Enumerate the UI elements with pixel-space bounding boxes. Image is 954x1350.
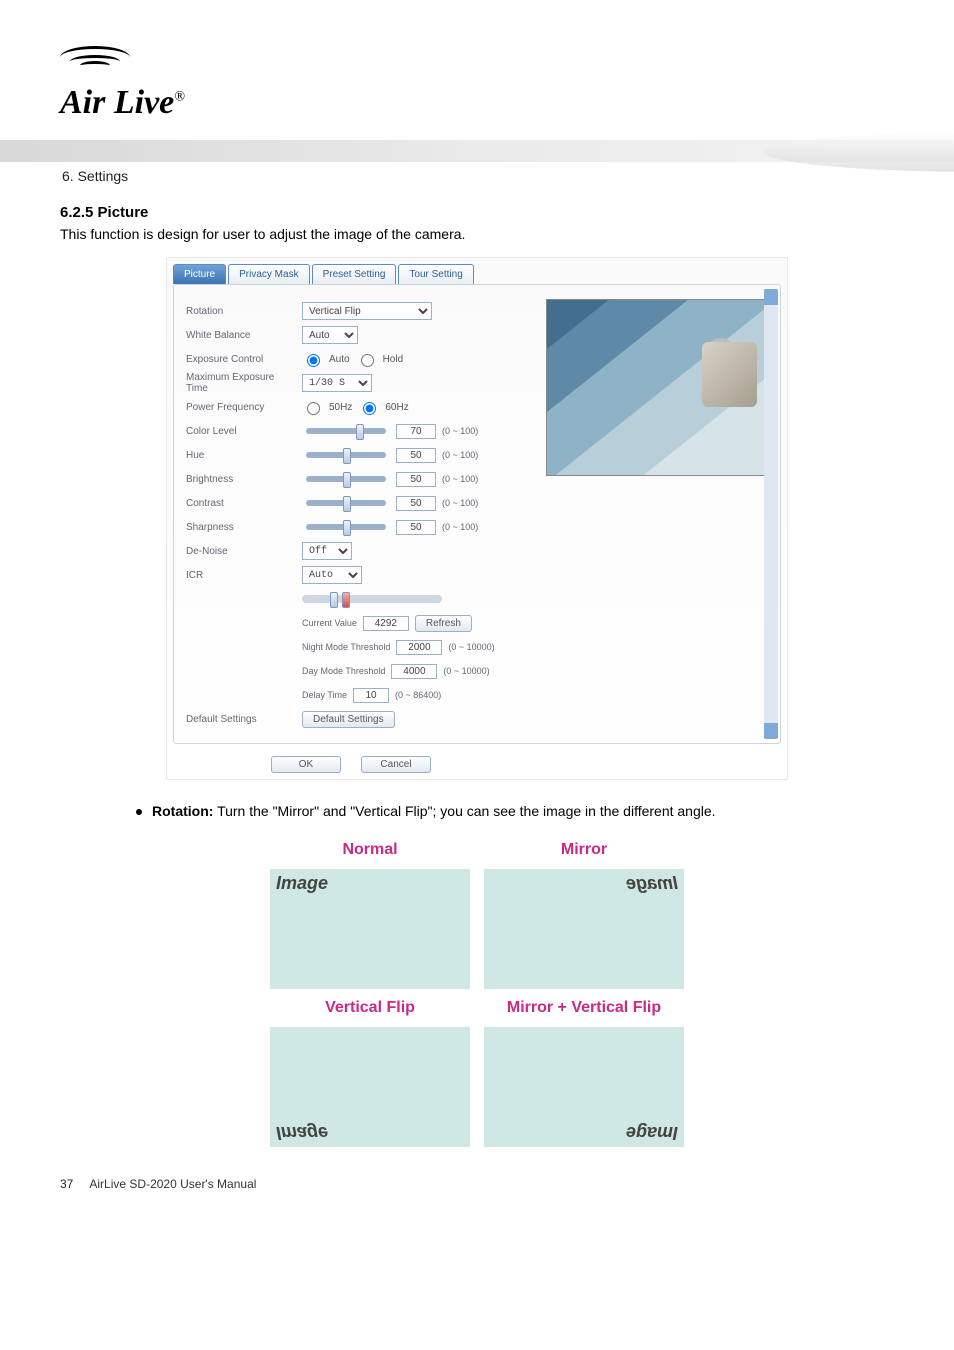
settings-screenshot: Picture Privacy Mask Preset Setting Tour…	[166, 257, 788, 780]
brightness-range: (0 ~ 100)	[442, 474, 478, 484]
camera-preview-image	[546, 299, 768, 476]
sharpness-range: (0 ~ 100)	[442, 522, 478, 532]
ok-button[interactable]: OK	[271, 756, 341, 773]
exposure-auto-text: Auto	[329, 354, 350, 365]
colorlevel-range: (0 ~ 100)	[442, 426, 478, 436]
rot-box-mvflip: Image	[484, 1027, 684, 1147]
max-exposure-label: Maximum Exposure Time	[186, 372, 296, 394]
colorlevel-slider[interactable]	[306, 428, 386, 434]
contrast-range: (0 ~ 100)	[442, 498, 478, 508]
colorlevel-input[interactable]	[396, 424, 436, 439]
colorlevel-label: Color Level	[186, 426, 296, 437]
rot-word-vflip: Image	[276, 1122, 328, 1143]
rotation-text: Turn the "Mirror" and "Vertical Flip"; y…	[213, 803, 715, 819]
scrollbar-down-icon[interactable]	[765, 727, 777, 739]
icr-gauge[interactable]	[302, 595, 442, 603]
refresh-button[interactable]: Refresh	[415, 615, 472, 632]
sharpness-label: Sharpness	[186, 522, 296, 533]
day-mode-label: Day Mode Threshold	[302, 666, 385, 676]
power-freq-label: Power Frequency	[186, 402, 296, 413]
delay-time-input[interactable]	[353, 688, 389, 703]
scrollbar-up-icon[interactable]	[765, 289, 777, 301]
hue-range: (0 ~ 100)	[442, 450, 478, 460]
exposure-hold-text: Hold	[383, 354, 404, 365]
rot-word-normal: Image	[276, 873, 328, 894]
tab-strip: Picture Privacy Mask Preset Setting Tour…	[167, 258, 787, 284]
freq-50hz-radio[interactable]	[307, 402, 320, 415]
hue-label: Hue	[186, 450, 296, 461]
sharpness-slider[interactable]	[306, 524, 386, 530]
tab-picture[interactable]: Picture	[173, 264, 226, 284]
contrast-slider[interactable]	[306, 500, 386, 506]
exposure-control-label: Exposure Control	[186, 354, 296, 365]
page-footer-separator	[77, 1177, 80, 1191]
page-number: 37	[60, 1177, 73, 1191]
page-footer: 37 AirLive SD-2020 User's Manual	[60, 1177, 894, 1191]
header-band	[0, 140, 954, 162]
white-balance-label: White Balance	[186, 330, 296, 341]
rot-title-mvflip: Mirror + Vertical Flip	[484, 999, 684, 1017]
brightness-slider[interactable]	[306, 476, 386, 482]
logo-waves-icon	[60, 46, 130, 69]
icr-gauge-mark2-icon	[342, 592, 350, 608]
tab-tour-setting[interactable]: Tour Setting	[398, 264, 473, 284]
sharpness-input[interactable]	[396, 520, 436, 535]
hue-slider[interactable]	[306, 452, 386, 458]
icr-select[interactable]: Auto	[302, 566, 362, 584]
brightness-input[interactable]	[396, 472, 436, 487]
current-value-label: Current Value	[302, 618, 357, 628]
rot-word-mirror: Image	[626, 873, 678, 894]
icr-label: ICR	[186, 570, 296, 581]
defaults-label: Default Settings	[186, 714, 296, 725]
default-settings-button[interactable]: Default Settings	[302, 711, 395, 728]
rot-title-normal: Normal	[270, 841, 470, 859]
current-value-input[interactable]	[363, 616, 409, 631]
rotation-label: Rotation	[186, 306, 296, 317]
denoise-select[interactable]: Off	[302, 542, 352, 560]
logo-registered: ®	[174, 90, 185, 105]
brightness-label: Brightness	[186, 474, 296, 485]
rotation-diagram: Normal Mirror Image Image Vertical Flip …	[270, 841, 684, 1147]
rot-word-mvflip: Image	[626, 1122, 678, 1143]
page-manual-title: AirLive SD-2020 User's Manual	[89, 1177, 256, 1191]
exposure-auto-radio[interactable]	[307, 354, 320, 367]
rotation-bullet: Rotation: Turn the "Mirror" and "Vertica…	[136, 802, 894, 821]
night-mode-range: (0 ~ 10000)	[448, 642, 494, 652]
intro-text: This function is design for user to adju…	[60, 225, 894, 243]
logo-text: Air Live	[60, 84, 174, 121]
contrast-input[interactable]	[396, 496, 436, 511]
day-mode-range: (0 ~ 10000)	[443, 666, 489, 676]
freq-50hz-text: 50Hz	[329, 402, 352, 413]
chapter-label: 6. Settings	[62, 168, 892, 184]
rot-title-mirror: Mirror	[484, 841, 684, 859]
cancel-button[interactable]: Cancel	[361, 756, 431, 773]
denoise-label: De-Noise	[186, 546, 296, 557]
white-balance-select[interactable]: Auto	[302, 326, 358, 344]
max-exposure-select[interactable]: 1/30 S	[302, 374, 372, 392]
bullet-icon	[136, 809, 142, 815]
settings-panel: Rotation Vertical Flip White Balance Aut…	[173, 284, 781, 744]
rotation-heading: Rotation:	[152, 803, 213, 819]
tab-privacy-mask[interactable]: Privacy Mask	[228, 264, 309, 284]
tab-preset-setting[interactable]: Preset Setting	[312, 264, 397, 284]
exposure-hold-radio[interactable]	[361, 354, 374, 367]
night-mode-input[interactable]	[396, 640, 442, 655]
night-mode-label: Night Mode Threshold	[302, 642, 390, 652]
freq-60hz-radio[interactable]	[363, 402, 376, 415]
section-title: 6.2.5 Picture	[60, 204, 894, 221]
icr-gauge-mark1-icon	[330, 592, 338, 608]
rot-title-vflip: Vertical Flip	[270, 999, 470, 1017]
delay-time-label: Delay Time	[302, 690, 347, 700]
rot-box-vflip: Image	[270, 1027, 470, 1147]
rot-box-mirror: Image	[484, 869, 684, 989]
rotation-select[interactable]: Vertical Flip	[302, 302, 432, 320]
contrast-label: Contrast	[186, 498, 296, 509]
rot-box-normal: Image	[270, 869, 470, 989]
brand-logo: Air Live®	[60, 50, 894, 122]
day-mode-input[interactable]	[391, 664, 437, 679]
delay-time-range: (0 ~ 86400)	[395, 690, 441, 700]
freq-60hz-text: 60Hz	[385, 402, 408, 413]
hue-input[interactable]	[396, 448, 436, 463]
